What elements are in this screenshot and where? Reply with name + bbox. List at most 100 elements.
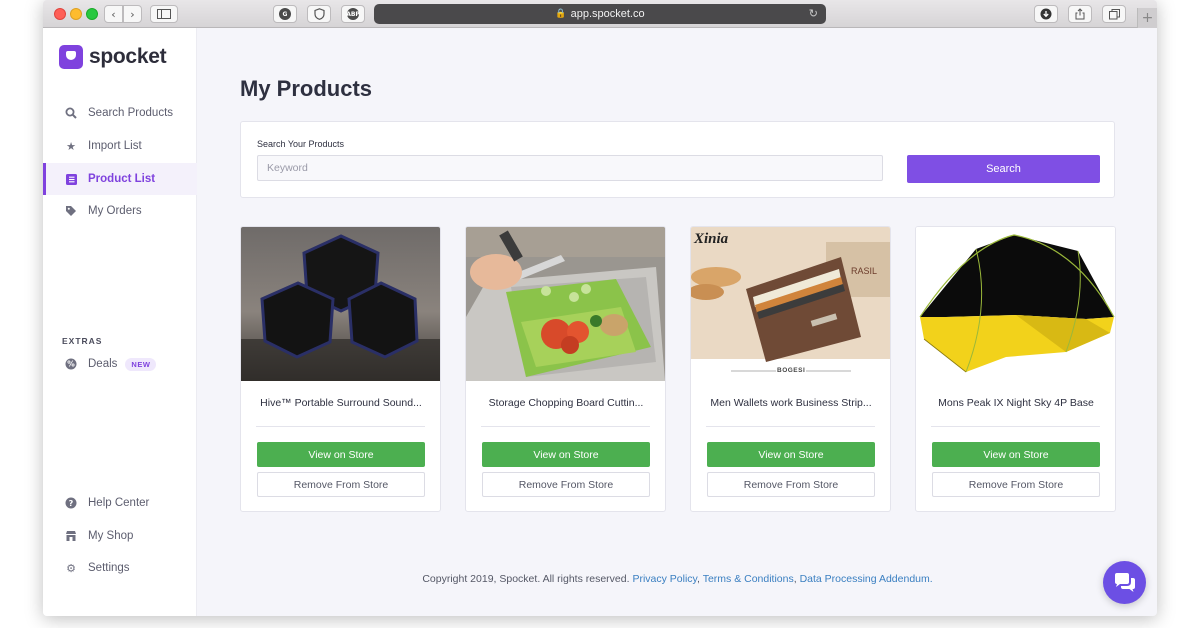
- sidebar-item-search-products[interactable]: Search Products: [43, 97, 197, 129]
- grammarly-icon: G: [279, 8, 291, 20]
- sidebar-item-label: Product List: [88, 173, 156, 185]
- extension-abp-button[interactable]: ABP: [341, 5, 365, 23]
- zoom-window-button[interactable]: [86, 8, 98, 20]
- data-processing-addendum-link[interactable]: Data Processing Addendum.: [800, 573, 933, 585]
- remove-from-store-button[interactable]: Remove From Store: [707, 472, 875, 497]
- privacy-policy-link[interactable]: Privacy Policy: [632, 573, 697, 585]
- extension-grammarly-button[interactable]: G: [273, 5, 297, 23]
- forward-button[interactable]: ›: [123, 5, 142, 23]
- search-button[interactable]: Search: [907, 155, 1100, 183]
- extension-shield-button[interactable]: [307, 5, 331, 23]
- share-button[interactable]: [1068, 5, 1092, 23]
- url-text: app.spocket.co: [570, 8, 645, 20]
- sidebar-item-label: Deals: [88, 358, 118, 370]
- product-image-chopping-board[interactable]: [466, 227, 665, 381]
- new-tab-button[interactable]: +: [1137, 8, 1157, 28]
- product-card: Xinia RASIL BOGESI Men Wallets work Busi…: [690, 226, 891, 512]
- chevron-right-icon: ›: [130, 7, 135, 21]
- back-button[interactable]: ‹: [104, 5, 123, 23]
- remove-from-store-button[interactable]: Remove From Store: [257, 472, 425, 497]
- lock-icon: 🔒: [555, 9, 567, 19]
- sidebar-item-import-list[interactable]: ★ Import List: [43, 130, 197, 162]
- footer: Copyright 2019, Spocket. All rights rese…: [198, 573, 1157, 585]
- card-divider: [481, 426, 650, 427]
- list-icon: [64, 172, 78, 186]
- product-title[interactable]: Men Wallets work Business Strip...: [706, 397, 876, 409]
- sidebar-toggle-button[interactable]: [150, 5, 178, 23]
- chevron-left-icon: ‹: [111, 7, 116, 21]
- tabs-icon: [1108, 8, 1120, 19]
- search-input[interactable]: [257, 155, 883, 181]
- tabs-overview-button[interactable]: [1102, 5, 1126, 23]
- product-card: Hive™ Portable Surround Sound... View on…: [240, 226, 441, 512]
- product-image-wallet[interactable]: Xinia RASIL BOGESI: [691, 227, 890, 381]
- card-divider: [931, 426, 1100, 427]
- shop-icon: [64, 529, 78, 543]
- browser-window: ‹ › G ABP 🔒 app.spocket.co ↻ + spocket S…: [43, 0, 1157, 616]
- remove-from-store-button[interactable]: Remove From Store: [932, 472, 1100, 497]
- abp-icon: ABP: [346, 8, 360, 20]
- view-on-store-button[interactable]: View on Store: [707, 442, 875, 467]
- help-icon: ?: [64, 496, 78, 510]
- remove-from-store-button[interactable]: Remove From Store: [482, 472, 650, 497]
- sidebar-icon: [157, 9, 171, 19]
- main-content: My Products Search Your Products Search: [198, 28, 1157, 616]
- sidebar-item-settings[interactable]: ⚙ Settings: [43, 552, 197, 584]
- close-window-button[interactable]: [54, 8, 66, 20]
- sidebar-item-my-orders[interactable]: My Orders: [43, 195, 197, 227]
- star-icon: ★: [66, 139, 76, 153]
- product-title[interactable]: Hive™ Portable Surround Sound...: [256, 397, 426, 409]
- share-icon: [1075, 8, 1085, 20]
- sidebar-item-label: Settings: [88, 562, 130, 574]
- tag-icon: [64, 204, 78, 218]
- download-icon: [1040, 8, 1052, 20]
- downloads-button[interactable]: [1034, 5, 1058, 23]
- shield-icon: [313, 8, 325, 20]
- sidebar-item-label: My Shop: [88, 530, 134, 542]
- terms-link[interactable]: Terms & Conditions: [703, 573, 794, 585]
- view-on-store-button[interactable]: View on Store: [257, 442, 425, 467]
- image-logo-text: BOGESI: [777, 367, 806, 374]
- sidebar-item-label: Help Center: [88, 497, 150, 509]
- sidebar-item-help-center[interactable]: ? Help Center: [43, 487, 197, 519]
- search-icon: [64, 106, 78, 120]
- image-brand-text: RASIL: [851, 266, 878, 276]
- search-panel: Search Your Products Search: [240, 121, 1115, 198]
- product-image-tent[interactable]: [916, 227, 1115, 381]
- reload-icon[interactable]: ↻: [809, 7, 818, 20]
- sidebar-item-my-shop[interactable]: My Shop: [43, 520, 197, 552]
- svg-text:%: %: [67, 360, 75, 369]
- chat-button[interactable]: [1103, 561, 1146, 604]
- image-brand-text: Xinia: [694, 231, 729, 247]
- extras-heading: EXTRAS: [62, 336, 103, 346]
- card-divider: [256, 426, 425, 427]
- sidebar-item-label: Import List: [88, 140, 142, 152]
- sidebar-item-deals[interactable]: % Deals NEW: [43, 348, 197, 380]
- gear-icon: ⚙: [66, 561, 76, 575]
- sidebar-item-label: Search Products: [88, 107, 174, 119]
- logo-text: spocket: [89, 45, 167, 68]
- page-title: My Products: [240, 76, 373, 101]
- product-image-speakers[interactable]: [241, 227, 440, 381]
- logo[interactable]: spocket: [59, 45, 167, 69]
- card-divider: [706, 426, 875, 427]
- new-badge: NEW: [125, 357, 157, 371]
- product-card: Mons Peak IX Night Sky 4P Base View on S…: [915, 226, 1116, 512]
- product-card: Storage Chopping Board Cuttin... View on…: [465, 226, 666, 512]
- sidebar: spocket Search Products ★ Import List Pr…: [43, 28, 197, 616]
- copyright-text: Copyright 2019, Spocket. All rights rese…: [422, 573, 630, 585]
- sidebar-item-product-list[interactable]: Product List: [43, 163, 197, 195]
- sidebar-item-label: My Orders: [88, 205, 142, 217]
- address-bar[interactable]: 🔒 app.spocket.co ↻: [374, 4, 826, 24]
- spocket-logo-icon: [59, 45, 83, 69]
- browser-toolbar: ‹ › G ABP 🔒 app.spocket.co ↻ +: [43, 0, 1157, 28]
- product-title[interactable]: Mons Peak IX Night Sky 4P Base: [931, 397, 1101, 409]
- search-label: Search Your Products: [257, 139, 345, 149]
- minimize-window-button[interactable]: [70, 8, 82, 20]
- view-on-store-button[interactable]: View on Store: [932, 442, 1100, 467]
- deals-icon: %: [64, 357, 78, 371]
- view-on-store-button[interactable]: View on Store: [482, 442, 650, 467]
- product-title[interactable]: Storage Chopping Board Cuttin...: [481, 397, 651, 409]
- chat-icon: [1114, 572, 1135, 592]
- svg-text:?: ?: [69, 499, 74, 508]
